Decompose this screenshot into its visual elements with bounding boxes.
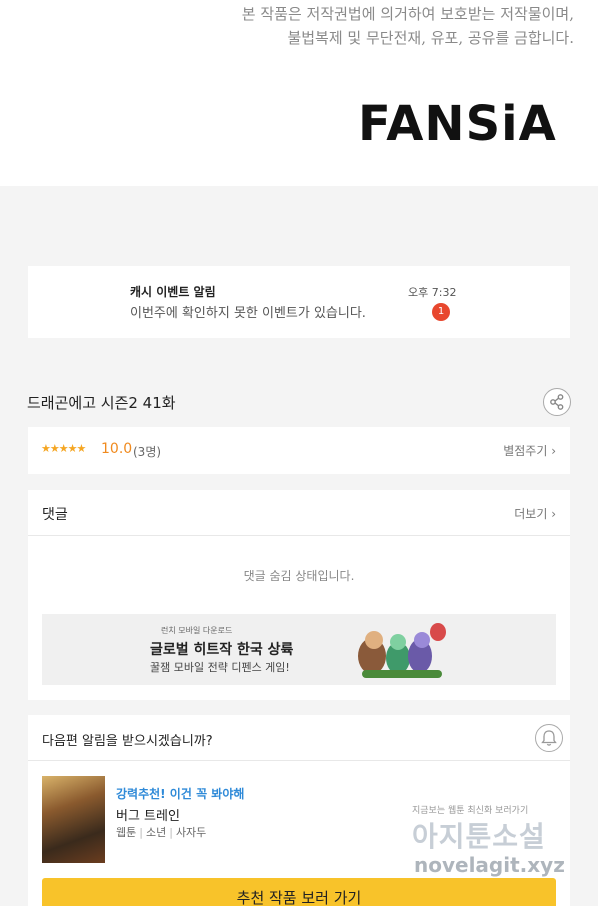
next-episode-question: 다음편 알림을 받으시겠습니까? — [42, 734, 213, 749]
ad-characters-image — [358, 623, 446, 678]
author-label: 사자두 — [175, 826, 207, 839]
game-ad-banner[interactable]: 런치 모바일 다운로드 글로벌 히트작 한국 상륙 꿀잼 모바일 전략 디펜스 … — [42, 614, 556, 685]
notification-badge: 1 — [432, 303, 450, 321]
ad-small-label: 런치 모바일 다운로드 — [161, 626, 233, 635]
bell-button[interactable] — [535, 724, 563, 752]
recommendation-thumbnail[interactable] — [42, 776, 105, 863]
comments-more-link[interactable]: 더보기 › — [514, 505, 556, 522]
comments-hidden-message: 댓글 숨김 상태입니다. — [243, 569, 355, 583]
notification-title: 캐시 이벤트 알림 — [130, 285, 216, 299]
bell-icon — [541, 730, 557, 746]
copyright-line-2: 불법복제 및 무단전재, 유포, 공유를 금합니다. — [287, 29, 574, 47]
star-rating: ★★★★★ — [41, 442, 86, 455]
rating-card: ★★★★★ 10.0 (3명) 별점주기 › — [28, 427, 570, 474]
ad-title: 글로벌 히트작 한국 상륙 — [150, 642, 294, 658]
fansia-logo: FANSiA — [358, 96, 557, 152]
ad-subtitle: 꿀잼 모바일 전략 디펜스 게임! — [150, 661, 290, 674]
rate-button[interactable]: 별점주기 › — [503, 442, 556, 459]
category-label: 소년 — [145, 826, 167, 839]
comments-card: 댓글 더보기 › 댓글 숨김 상태입니다. 런치 모바일 다운로드 글로벌 히트… — [28, 490, 570, 700]
notification-message: 이번주에 확인하지 못한 이벤트가 있습니다. — [130, 306, 366, 321]
view-recommendation-button[interactable]: 추천 작품 보러 가기 — [42, 878, 556, 906]
share-icon — [550, 394, 564, 410]
rating-count: (3명) — [133, 445, 162, 459]
copyright-line-1: 본 작품은 저작권법에 의거하여 보호받는 저작물이며, — [241, 5, 574, 23]
recommendation-title[interactable]: 버그 트레인 — [116, 805, 180, 824]
share-button[interactable] — [543, 388, 571, 416]
episode-title: 드래곤에고 시즌2 41화 — [27, 394, 176, 412]
next-episode-card: 다음편 알림을 받으시겠습니까? 강력추천! 이건 꼭 봐야해 버그 트레인 웹… — [28, 715, 570, 906]
comments-header: 댓글 더보기 › — [28, 490, 570, 536]
event-notification-card[interactable]: 캐시 이벤트 알림 이번주에 확인하지 못한 이벤트가 있습니다. 오후 7:3… — [28, 266, 570, 338]
recommendation-meta: 웹툰 | 소년 | 사자두 — [116, 826, 207, 839]
comments-title: 댓글 — [42, 507, 68, 523]
notification-time: 오후 7:32 — [408, 286, 457, 299]
rating-score: 10.0 — [101, 441, 133, 457]
genre-label: 웹툰 — [116, 826, 137, 839]
next-episode-header: 다음편 알림을 받으시겠습니까? — [28, 715, 570, 761]
copyright-header: 본 작품은 저작권법에 의거하여 보호받는 저작물이며, 불법복제 및 무단전재… — [0, 0, 598, 186]
copyright-notice: 본 작품은 저작권법에 의거하여 보호받는 저작물이며, 불법복제 및 무단전재… — [242, 2, 574, 50]
recommendation-tag: 강력추천! 이건 꼭 봐야해 — [116, 787, 245, 801]
